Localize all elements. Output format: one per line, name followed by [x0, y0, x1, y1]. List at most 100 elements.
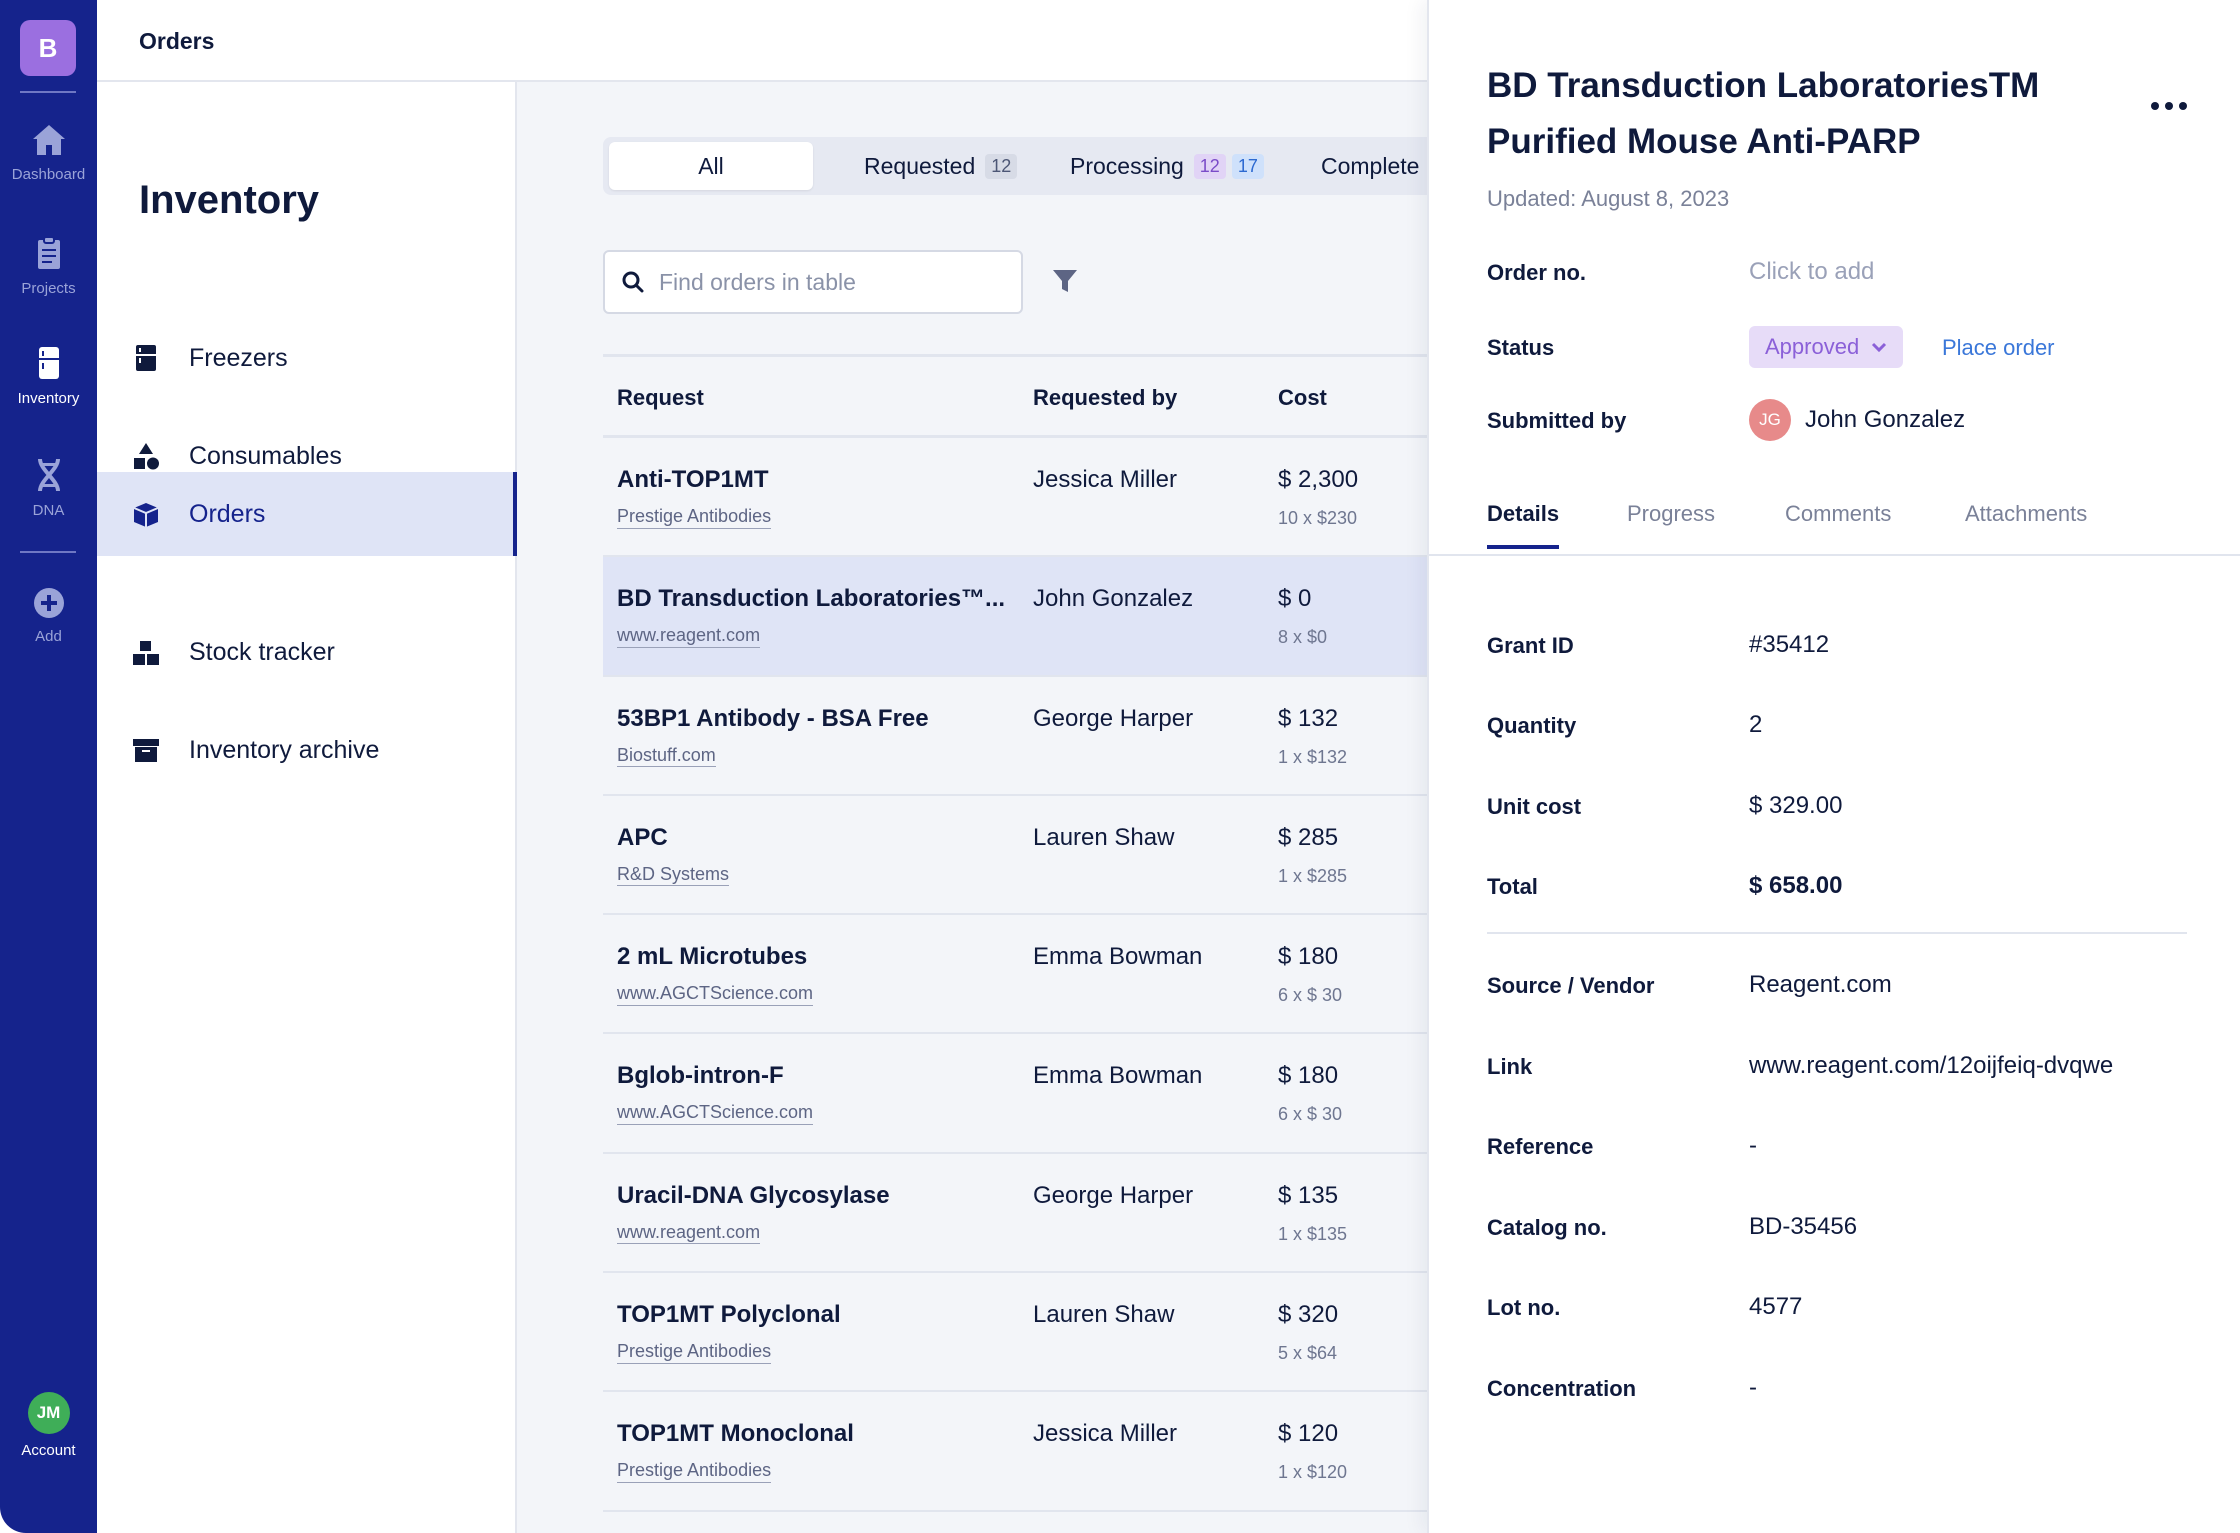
sidebar-item-inventory-archive[interactable]: Inventory archive — [97, 708, 517, 792]
rail-item-dashboard[interactable]: Dashboard — [0, 122, 97, 183]
requested-by: George Harper — [1033, 1181, 1194, 1209]
tab-all[interactable]: All — [609, 142, 813, 190]
status-value: Approved — [1765, 334, 1860, 359]
sidebar-item-orders[interactable]: Orders — [97, 472, 517, 556]
lot-label: Lot no. — [1487, 1295, 1561, 1320]
app-logo[interactable]: B — [20, 20, 76, 76]
requested-by: John Gonzalez — [1033, 585, 1194, 613]
vendor-link[interactable]: Prestige Antibodies — [617, 1460, 772, 1483]
concentration-value[interactable]: - — [1749, 1374, 1757, 1402]
request-title: BD Transduction Laboratories™... — [617, 585, 1006, 613]
lot-value[interactable]: 4577 — [1749, 1293, 1802, 1321]
vendor-link[interactable]: www.AGCTScience.com — [617, 1102, 814, 1126]
cost-breakdown: 1 x $135 — [1278, 1223, 1348, 1244]
unit-cost-value[interactable]: $ 329.00 — [1749, 792, 1842, 820]
cost-total: $ 120 — [1278, 1420, 1339, 1448]
cost-breakdown: 10 x $230 — [1278, 508, 1358, 528]
column-header-requested-by[interactable]: Requested by — [1033, 385, 1177, 411]
clipboard-icon — [37, 236, 60, 269]
vendor-link[interactable]: Prestige Antibodies — [617, 1341, 772, 1364]
grant-id-label: Grant ID — [1487, 633, 1574, 658]
request-title: Anti-TOP1MT — [617, 466, 769, 493]
requested-by: Jessica Miller — [1033, 1420, 1178, 1448]
rail-item-add[interactable]: Add — [0, 586, 97, 645]
submitter-avatar: JG — [1749, 399, 1791, 441]
table-row[interactable]: Uracil-DNA Glycosylase www.reagent.com G… — [603, 1154, 1427, 1274]
cost-breakdown: 1 x $132 — [1278, 746, 1348, 767]
vendor-link[interactable]: Biostuff.com — [617, 745, 716, 768]
requested-by: Lauren Shaw — [1033, 823, 1175, 851]
section-divider — [1487, 932, 2187, 934]
sidebar-item-stock-tracker[interactable]: Stock tracker — [97, 610, 517, 694]
more-options-icon[interactable] — [2151, 98, 2187, 114]
dna-icon — [37, 458, 60, 492]
search-icon — [622, 271, 644, 293]
tab-details[interactable]: Details — [1487, 501, 1560, 549]
count-badge: 17 — [1231, 153, 1264, 179]
table-row[interactable]: Bglob-intron-F www.AGCTScience.com Emma … — [603, 1034, 1427, 1154]
request-title: 2 mL Microtubes — [617, 943, 808, 971]
table-row[interactable]: 53BP1 Antibody - BSA Free Biostuff.com G… — [603, 677, 1427, 796]
column-header-cost[interactable]: Cost — [1278, 385, 1327, 411]
detail-title: BD Transduction LaboratoriesTM Purified … — [1487, 66, 2040, 161]
cost-total: $ 285 — [1278, 823, 1339, 851]
tab-label: Requested — [864, 152, 976, 179]
rail-item-dna[interactable]: DNA — [0, 456, 97, 519]
catalog-value[interactable]: BD-35456 — [1749, 1213, 1857, 1241]
order-no-field[interactable]: Click to add — [1749, 258, 1874, 286]
rail-divider — [20, 91, 76, 93]
tab-processing[interactable]: Processing 12 17 — [1070, 137, 1264, 195]
tab-requested[interactable]: Requested 12 — [864, 137, 1018, 195]
requested-by: Jessica Miller — [1033, 466, 1178, 493]
reference-value[interactable]: - — [1749, 1132, 1757, 1160]
link-value[interactable]: www.reagent.com/12oijfeiq-dvqwe — [1749, 1052, 2113, 1080]
updated-date: Updated: August 8, 2023 — [1487, 186, 1730, 211]
status-tabs: All Requested 12 Processing 12 17 Comple… — [603, 137, 1427, 195]
table-row[interactable]: Anti-TOP1MT Prestige Antibodies Jessica … — [603, 438, 1427, 558]
search-input[interactable] — [659, 268, 999, 296]
page-title: Orders — [139, 28, 215, 54]
rail-item-account[interactable]: JM Account — [0, 1392, 97, 1459]
request-title: 53BP1 Antibody - BSA Free — [617, 704, 929, 732]
tab-attachments[interactable]: Attachments — [1965, 501, 2087, 527]
tab-complete[interactable]: Complete — [1321, 137, 1419, 195]
rail-item-inventory[interactable]: Inventory — [0, 344, 97, 407]
cost-total: $ 2,300 — [1278, 466, 1359, 493]
tab-comments[interactable]: Comments — [1785, 501, 1891, 527]
vendor-link[interactable]: R&D Systems — [617, 864, 730, 887]
concentration-label: Concentration — [1487, 1376, 1637, 1401]
quantity-label: Quantity — [1487, 713, 1577, 738]
cost-total: $ 180 — [1278, 1062, 1339, 1090]
table-row[interactable]: TOP1MT Polyclonal Prestige Antibodies La… — [603, 1273, 1427, 1393]
app-rail: B Dashboard Projects Inventory DNA Add J… — [0, 0, 97, 1533]
tab-progress[interactable]: Progress — [1627, 501, 1715, 527]
filter-icon[interactable] — [1050, 266, 1080, 296]
vendor-link[interactable]: www.AGCTScience.com — [617, 983, 814, 1006]
vendor-label: Source / Vendor — [1487, 973, 1655, 998]
table-row-selected[interactable]: BD Transduction Laboratories™... www.rea… — [603, 557, 1427, 677]
cost-total: $ 132 — [1278, 704, 1339, 732]
vendor-link[interactable]: www.reagent.com — [617, 625, 761, 648]
account-avatar: JM — [27, 1392, 70, 1434]
sidebar-item-freezers[interactable]: Freezers — [97, 316, 517, 400]
sidebar-item-label: Freezers — [189, 343, 288, 372]
status-dropdown[interactable]: Approved — [1749, 326, 1904, 368]
vendor-link[interactable]: Prestige Antibodies — [617, 506, 772, 529]
total-label: Total — [1487, 874, 1538, 899]
top-bar: Orders — [97, 0, 1427, 82]
quantity-value[interactable]: 2 — [1749, 711, 1762, 739]
table-row[interactable]: TOP1MT Monoclonal Prestige Antibodies Je… — [603, 1392, 1427, 1512]
vendor-value[interactable]: Reagent.com — [1749, 971, 1892, 999]
grant-id-value[interactable]: #35412 — [1749, 631, 1829, 659]
table-row[interactable]: 2 mL Microtubes www.AGCTScience.com Emma… — [603, 915, 1427, 1035]
place-order-link[interactable]: Place order — [1942, 335, 2055, 361]
vendor-link[interactable]: www.reagent.com — [617, 1222, 761, 1245]
rail-item-projects[interactable]: Projects — [0, 234, 97, 297]
sidebar-item-label: Inventory archive — [189, 735, 380, 764]
table-row[interactable]: APC R&D Systems Lauren Shaw $ 285 1 x $2… — [603, 796, 1427, 916]
column-header-request[interactable]: Request — [617, 385, 704, 411]
requested-by: Lauren Shaw — [1033, 1301, 1175, 1329]
cost-breakdown: 6 x $ 30 — [1278, 1104, 1343, 1125]
requested-by: Emma Bowman — [1033, 943, 1203, 971]
request-title: Uracil-DNA Glycosylase — [617, 1181, 890, 1209]
